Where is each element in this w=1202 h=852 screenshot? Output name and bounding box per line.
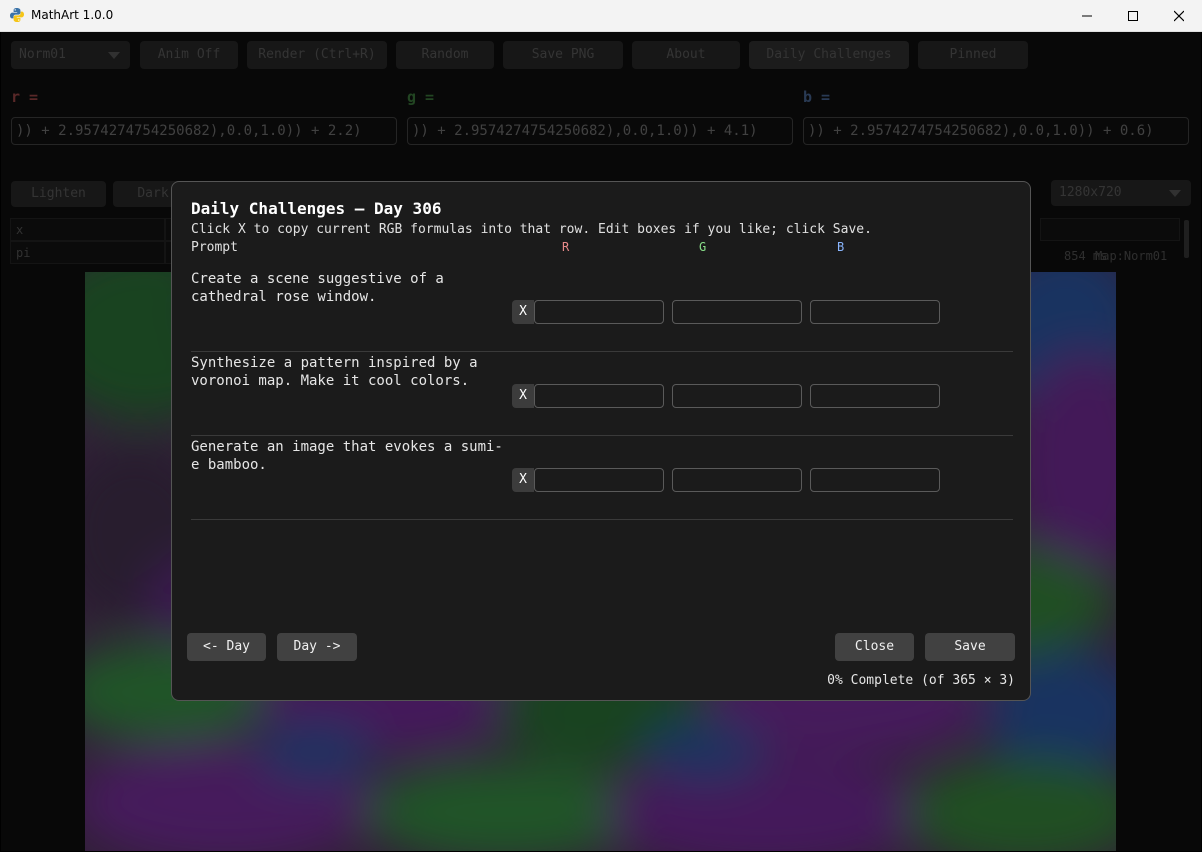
close-window-button[interactable] <box>1156 0 1202 32</box>
b-formula-field[interactable] <box>810 300 940 324</box>
prompt-column-header: Prompt <box>191 240 238 255</box>
previous-day-button[interactable]: <- Day <box>187 633 266 661</box>
app-body: Norm01 Anim Off Render (Ctrl+R) Random S… <box>1 32 1201 851</box>
copy-formulas-button[interactable]: X <box>512 300 534 324</box>
copy-formulas-button[interactable]: X <box>512 384 534 408</box>
r-formula-field[interactable] <box>534 300 664 324</box>
g-formula-field[interactable] <box>672 468 802 492</box>
challenge-prompt: Generate an image that evokes a sumi-e b… <box>191 439 503 473</box>
r-formula-field[interactable] <box>534 468 664 492</box>
b-formula-field[interactable] <box>810 384 940 408</box>
close-icon <box>1174 10 1184 22</box>
maximize-icon <box>1128 11 1138 21</box>
maximize-button[interactable] <box>1110 0 1156 32</box>
completion-status: 0% Complete (of 365 × 3) <box>827 673 1015 688</box>
dialog-instructions: Click X to copy current RGB formulas int… <box>191 222 872 237</box>
save-button[interactable]: Save <box>925 633 1015 661</box>
r-column-header: R <box>562 240 570 254</box>
next-day-button[interactable]: Day -> <box>277 633 357 661</box>
challenge-row: Create a scene suggestive of a cathedral… <box>191 268 1013 352</box>
challenge-row: Synthesize a pattern inspired by a voron… <box>191 352 1013 436</box>
close-dialog-button[interactable]: Close <box>835 633 914 661</box>
g-column-header: G <box>699 240 707 254</box>
b-formula-field[interactable] <box>810 468 940 492</box>
b-column-header: B <box>837 240 845 254</box>
python-app-icon <box>10 8 24 22</box>
window-title: MathArt 1.0.0 <box>31 8 114 22</box>
window-titlebar: MathArt 1.0.0 <box>0 0 1202 32</box>
minimize-button[interactable] <box>1064 0 1110 32</box>
daily-challenges-dialog: Daily Challenges — Day 306 Click X to co… <box>171 181 1031 701</box>
copy-formulas-button[interactable]: X <box>512 468 534 492</box>
challenge-prompt: Create a scene suggestive of a cathedral… <box>191 271 444 305</box>
minimize-icon <box>1082 15 1092 17</box>
g-formula-field[interactable] <box>672 300 802 324</box>
dialog-title: Daily Challenges — Day 306 <box>191 199 442 218</box>
challenge-prompt: Synthesize a pattern inspired by a voron… <box>191 355 478 389</box>
challenge-row: Generate an image that evokes a sumi-e b… <box>191 436 1013 520</box>
g-formula-field[interactable] <box>672 384 802 408</box>
r-formula-field[interactable] <box>534 384 664 408</box>
